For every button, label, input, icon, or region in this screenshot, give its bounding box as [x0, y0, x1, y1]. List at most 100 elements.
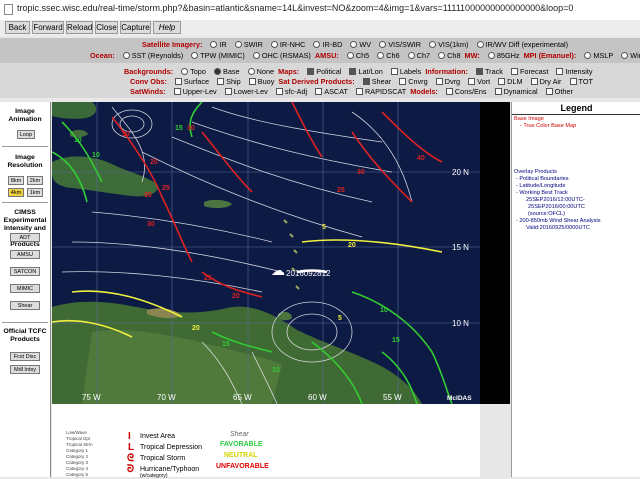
- check-ship[interactable]: [217, 78, 225, 85]
- loop-button[interactable]: Loop: [17, 130, 35, 139]
- close-button[interactable]: Close: [95, 21, 118, 34]
- check-vort[interactable]: [468, 78, 476, 85]
- radio-none[interactable]: [247, 68, 255, 75]
- opt-latlon: Lat/Lon: [358, 67, 383, 76]
- check-political[interactable]: [307, 68, 315, 75]
- check-dry-air[interactable]: [530, 78, 538, 85]
- radio-vis-swir[interactable]: [379, 41, 387, 48]
- check-track[interactable]: [475, 68, 483, 75]
- opt-dvrg: Dvrg: [444, 77, 461, 86]
- check-dlm[interactable]: [498, 78, 506, 85]
- mdl-intsy-button[interactable]: Mdl Intsy: [10, 365, 40, 374]
- opt-other: Other: [554, 87, 573, 96]
- radio-vis-1km[interactable]: [429, 41, 437, 48]
- check-lower-lev[interactable]: [224, 88, 232, 95]
- check-sfc-adj[interactable]: [275, 88, 283, 95]
- contour-label: 30: [144, 192, 152, 199]
- radio-ch7[interactable]: [407, 52, 415, 59]
- radio-ir-bd[interactable]: [313, 41, 321, 48]
- check-rapidscat[interactable]: [356, 88, 364, 95]
- opt-track: Track: [484, 67, 503, 76]
- opt-mslp: MSLP: [593, 51, 614, 60]
- res-8km-button[interactable]: 8km: [8, 176, 24, 185]
- opt-ch6: Ch6: [386, 51, 400, 60]
- check-cons-ens[interactable]: [445, 88, 453, 95]
- official-title: Official TCFC Products: [3, 328, 47, 343]
- storm-legend: Low/Wave Tropical Dpr Tropical Strm Cate…: [52, 404, 480, 479]
- address-bar[interactable]: tropic.ssec.wisc.edu/real-time/storm.php…: [0, 0, 640, 21]
- radio-base[interactable]: [213, 68, 221, 75]
- opt-ch5: Ch5: [355, 51, 370, 60]
- check-intensity[interactable]: [556, 68, 564, 75]
- fcst-disc-button[interactable]: Fcst Disc: [10, 352, 40, 361]
- mimic-button[interactable]: MIMIC: [10, 284, 40, 293]
- check-labels[interactable]: [390, 68, 398, 75]
- check-latlon[interactable]: [349, 68, 357, 75]
- contour-label: 30: [122, 131, 130, 138]
- opt-ship: Ship: [226, 77, 241, 86]
- opt-ir-nhc: IR-NHC: [279, 40, 306, 49]
- opt-forecast: Forecast: [519, 67, 549, 76]
- amsu-button[interactable]: AMSU: [10, 250, 40, 259]
- opt-dlm: DLM: [507, 77, 523, 86]
- radio-topo[interactable]: [181, 68, 189, 75]
- overlay-title: Overlay Products: [514, 169, 557, 175]
- overlay-item: (source:OFCL): [528, 211, 565, 217]
- url-text[interactable]: tropic.ssec.wisc.edu/real-time/storm.php…: [17, 3, 573, 13]
- contour-label: 15: [222, 341, 230, 348]
- opt-lower-lev: Lower-Lev: [233, 87, 268, 96]
- opt-topo: Topo: [190, 67, 206, 76]
- check-buoy[interactable]: [248, 78, 256, 85]
- ocean-row: Ocean: SST (Reynolds) TPW (MIMIC) OHC (R…: [90, 51, 640, 60]
- radio-ch5[interactable]: [346, 52, 354, 59]
- back-button[interactable]: Back: [5, 21, 30, 34]
- opt-ir-bd: IR-BD: [322, 40, 343, 49]
- check-upper-lev[interactable]: [173, 88, 181, 95]
- radio-ir[interactable]: [210, 41, 218, 48]
- res-1km-button[interactable]: 1km: [27, 188, 43, 197]
- lat-label: 15 N: [452, 243, 469, 252]
- check-shear[interactable]: [362, 78, 370, 85]
- radio-85ghz[interactable]: [487, 52, 495, 59]
- shear-button[interactable]: Shear: [10, 301, 40, 310]
- satellite-map[interactable]: ☁ 2016092812 10 10 15 20 25 30 30 30 30 …: [52, 102, 480, 404]
- check-cnvrg[interactable]: [399, 78, 407, 85]
- hurricane-icon: ᘐ: [127, 464, 135, 475]
- radio-ch8[interactable]: [438, 52, 446, 59]
- opt-ir: IR: [219, 40, 227, 49]
- radio-tpw[interactable]: [191, 52, 199, 59]
- check-dynamical[interactable]: [494, 88, 502, 95]
- opt-upper-lev: Upper-Lev: [182, 87, 217, 96]
- reload-button[interactable]: Reload: [66, 21, 93, 34]
- contour-label: 30: [147, 221, 155, 228]
- radio-mslp[interactable]: [584, 52, 592, 59]
- shear-unfavorable: UNFAVORABLE: [216, 463, 269, 470]
- radio-ir-wv-diff[interactable]: [476, 41, 484, 48]
- forward-button[interactable]: Forward: [32, 21, 64, 34]
- radio-ohc[interactable]: [252, 52, 260, 59]
- res-4km-button[interactable]: 4km: [8, 188, 24, 197]
- radio-ir-nhc[interactable]: [270, 41, 278, 48]
- opt-political: Political: [316, 67, 342, 76]
- radio-ch6[interactable]: [377, 52, 385, 59]
- hurricane-note: (w/category): [140, 473, 168, 479]
- backgrounds-label: Backgrounds:: [124, 67, 174, 76]
- radio-sst[interactable]: [122, 52, 130, 59]
- capture-button[interactable]: Capture: [120, 21, 151, 34]
- res-2km-button[interactable]: 2km: [27, 176, 43, 185]
- opt-tot: TOT: [578, 77, 593, 86]
- conv-row: Conv Obs: Surface Ship Buoy Sat Derived …: [130, 77, 640, 86]
- check-surface[interactable]: [174, 78, 182, 85]
- check-other[interactable]: [545, 88, 553, 95]
- shear-neutral: NEUTRAL: [224, 452, 258, 459]
- radio-wv[interactable]: [350, 41, 358, 48]
- check-tot[interactable]: [569, 78, 577, 85]
- help-button[interactable]: Help: [153, 21, 181, 34]
- adt-button[interactable]: ADT: [10, 233, 40, 242]
- check-forecast[interactable]: [510, 68, 518, 75]
- check-ascat[interactable]: [315, 88, 323, 95]
- satcon-button[interactable]: SATCON: [10, 267, 40, 276]
- check-dvrg[interactable]: [435, 78, 443, 85]
- radio-wind[interactable]: [621, 52, 629, 59]
- radio-swir[interactable]: [234, 41, 242, 48]
